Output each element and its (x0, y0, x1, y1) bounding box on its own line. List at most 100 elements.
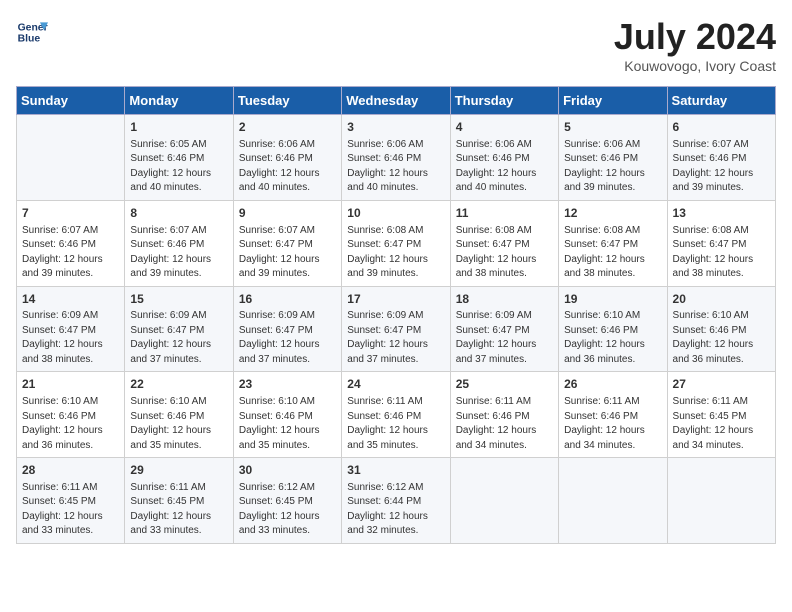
calendar-cell (17, 115, 125, 201)
day-number: 10 (347, 205, 444, 222)
calendar-cell: 20Sunrise: 6:10 AM Sunset: 6:46 PM Dayli… (667, 286, 775, 372)
day-info: Sunrise: 6:09 AM Sunset: 6:47 PM Dayligh… (239, 309, 336, 367)
calendar-cell: 13 Sunrise: 6:08 AM Sunset: 6:47 PM Dayli… (667, 200, 775, 286)
calendar-cell: 5Sunrise: 6:06 AM Sunset: 6:46 PM Daylig… (559, 115, 667, 201)
day-info: Sunrise: 6:09 AM Sunset: 6:47 PM Dayligh… (130, 309, 227, 367)
calendar-cell: 10 Sunrise: 6:08 AM Sunset: 6:47 PM Dayli… (342, 200, 450, 286)
weekday-header-wednesday: Wednesday (342, 87, 450, 115)
calendar-table: SundayMondayTuesdayWednesdayThursdayFrid… (16, 86, 776, 544)
logo-icon: General Blue (16, 16, 48, 48)
day-number: 14 (22, 291, 119, 308)
weekday-header-tuesday: Tuesday (233, 87, 341, 115)
calendar-cell: 21 Sunrise: 6:10 AM Sunset: 6:46 PM Dayli… (17, 372, 125, 458)
title-block: July 2024 Kouwovogo, Ivory Coast (614, 16, 776, 74)
calendar-cell: 16Sunrise: 6:09 AM Sunset: 6:47 PM Dayli… (233, 286, 341, 372)
page-header: General Blue July 2024 Kouwovogo, Ivory … (16, 16, 776, 74)
day-info: Sunrise: 6:10 AM Sunset: 6:46 PM Dayligh… (22, 395, 119, 453)
day-info: Sunrise: 6:10 AM Sunset: 6:46 PM Dayligh… (239, 395, 336, 453)
day-number: 24 (347, 376, 444, 393)
day-info: Sunrise: 6:06 AM Sunset: 6:46 PM Dayligh… (564, 138, 661, 196)
calendar-cell: 3 Sunrise: 6:06 AM Sunset: 6:46 PM Daylig… (342, 115, 450, 201)
day-number: 1 (130, 119, 227, 136)
calendar-cell: 31Sunrise: 6:12 AM Sunset: 6:44 PM Dayli… (342, 458, 450, 544)
calendar-cell (667, 458, 775, 544)
day-info: Sunrise: 6:09 AM Sunset: 6:47 PM Dayligh… (456, 309, 553, 367)
day-number: 11 (456, 205, 553, 222)
day-number: 17 (347, 291, 444, 308)
day-number: 3 (347, 119, 444, 136)
weekday-header-row: SundayMondayTuesdayWednesdayThursdayFrid… (17, 87, 776, 115)
calendar-cell: 30 Sunrise: 6:12 AM Sunset: 6:45 PM Dayli… (233, 458, 341, 544)
calendar-cell: 18Sunrise: 6:09 AM Sunset: 6:47 PM Dayli… (450, 286, 558, 372)
day-info: Sunrise: 6:08 AM Sunset: 6:47 PM Dayligh… (456, 224, 553, 282)
day-number: 29 (130, 462, 227, 479)
day-number: 13 (673, 205, 770, 222)
calendar-week-4: 21 Sunrise: 6:10 AM Sunset: 6:46 PM Dayli… (17, 372, 776, 458)
calendar-week-5: 28 Sunrise: 6:11 AM Sunset: 6:45 PM Dayli… (17, 458, 776, 544)
weekday-header-thursday: Thursday (450, 87, 558, 115)
calendar-cell: 28Sunrise: 6:11 AM Sunset: 6:45 PM Dayli… (17, 458, 125, 544)
day-number: 25 (456, 376, 553, 393)
day-number: 9 (239, 205, 336, 222)
day-number: 21 (22, 376, 119, 393)
day-info: Sunrise: 6:09 AM Sunset: 6:47 PM Dayligh… (22, 309, 119, 367)
day-info: Sunrise: 6:08 AM Sunset: 6:47 PM Dayligh… (347, 224, 444, 282)
calendar-week-3: 14Sunrise: 6:09 AM Sunset: 6:47 PM Dayli… (17, 286, 776, 372)
day-info: Sunrise: 6:10 AM Sunset: 6:46 PM Dayligh… (673, 309, 770, 367)
day-info: Sunrise: 6:10 AM Sunset: 6:46 PM Dayligh… (564, 309, 661, 367)
weekday-header-sunday: Sunday (17, 87, 125, 115)
calendar-cell: 8 Sunrise: 6:07 AM Sunset: 6:46 PM Daylig… (125, 200, 233, 286)
day-info: Sunrise: 6:05 AM Sunset: 6:46 PM Dayligh… (130, 138, 227, 196)
day-info: Sunrise: 6:09 AM Sunset: 6:47 PM Dayligh… (347, 309, 444, 367)
calendar-body: 1 Sunrise: 6:05 AM Sunset: 6:46 PM Daylig… (17, 115, 776, 544)
calendar-cell: 22Sunrise: 6:10 AM Sunset: 6:46 PM Dayli… (125, 372, 233, 458)
day-number: 23 (239, 376, 336, 393)
day-info: Sunrise: 6:11 AM Sunset: 6:46 PM Dayligh… (456, 395, 553, 453)
day-info: Sunrise: 6:08 AM Sunset: 6:47 PM Dayligh… (564, 224, 661, 282)
calendar-cell: 19Sunrise: 6:10 AM Sunset: 6:46 PM Dayli… (559, 286, 667, 372)
day-number: 31 (347, 462, 444, 479)
day-info: Sunrise: 6:07 AM Sunset: 6:46 PM Dayligh… (130, 224, 227, 282)
day-info: Sunrise: 6:12 AM Sunset: 6:45 PM Dayligh… (239, 481, 336, 539)
day-number: 15 (130, 291, 227, 308)
calendar-cell: 23 Sunrise: 6:10 AM Sunset: 6:46 PM Dayli… (233, 372, 341, 458)
day-info: Sunrise: 6:11 AM Sunset: 6:45 PM Dayligh… (130, 481, 227, 539)
day-info: Sunrise: 6:06 AM Sunset: 6:46 PM Dayligh… (456, 138, 553, 196)
day-number: 19 (564, 291, 661, 308)
day-number: 12 (564, 205, 661, 222)
day-number: 4 (456, 119, 553, 136)
day-info: Sunrise: 6:07 AM Sunset: 6:46 PM Dayligh… (673, 138, 770, 196)
day-number: 7 (22, 205, 119, 222)
day-number: 26 (564, 376, 661, 393)
day-number: 20 (673, 291, 770, 308)
day-info: Sunrise: 6:07 AM Sunset: 6:46 PM Dayligh… (22, 224, 119, 282)
calendar-cell (559, 458, 667, 544)
month-title: July 2024 (614, 16, 776, 58)
day-number: 18 (456, 291, 553, 308)
calendar-cell: 17Sunrise: 6:09 AM Sunset: 6:47 PM Dayli… (342, 286, 450, 372)
calendar-cell: 9Sunrise: 6:07 AM Sunset: 6:47 PM Daylig… (233, 200, 341, 286)
day-number: 6 (673, 119, 770, 136)
day-number: 16 (239, 291, 336, 308)
calendar-cell: 6 Sunrise: 6:07 AM Sunset: 6:46 PM Daylig… (667, 115, 775, 201)
calendar-week-1: 1 Sunrise: 6:05 AM Sunset: 6:46 PM Daylig… (17, 115, 776, 201)
calendar-cell: 25 Sunrise: 6:11 AM Sunset: 6:46 PM Dayli… (450, 372, 558, 458)
day-info: Sunrise: 6:06 AM Sunset: 6:46 PM Dayligh… (347, 138, 444, 196)
day-info: Sunrise: 6:08 AM Sunset: 6:47 PM Dayligh… (673, 224, 770, 282)
calendar-week-2: 7 Sunrise: 6:07 AM Sunset: 6:46 PM Daylig… (17, 200, 776, 286)
calendar-cell: 14Sunrise: 6:09 AM Sunset: 6:47 PM Dayli… (17, 286, 125, 372)
calendar-cell: 24Sunrise: 6:11 AM Sunset: 6:46 PM Dayli… (342, 372, 450, 458)
location: Kouwovogo, Ivory Coast (614, 58, 776, 74)
calendar-cell: 29 Sunrise: 6:11 AM Sunset: 6:45 PM Dayli… (125, 458, 233, 544)
logo: General Blue (16, 16, 48, 48)
weekday-header-saturday: Saturday (667, 87, 775, 115)
day-number: 30 (239, 462, 336, 479)
day-number: 28 (22, 462, 119, 479)
day-number: 2 (239, 119, 336, 136)
day-number: 8 (130, 205, 227, 222)
calendar-cell: 4 Sunrise: 6:06 AM Sunset: 6:46 PM Daylig… (450, 115, 558, 201)
day-info: Sunrise: 6:10 AM Sunset: 6:46 PM Dayligh… (130, 395, 227, 453)
day-number: 27 (673, 376, 770, 393)
calendar-cell: 26Sunrise: 6:11 AM Sunset: 6:46 PM Dayli… (559, 372, 667, 458)
calendar-cell: 7 Sunrise: 6:07 AM Sunset: 6:46 PM Daylig… (17, 200, 125, 286)
